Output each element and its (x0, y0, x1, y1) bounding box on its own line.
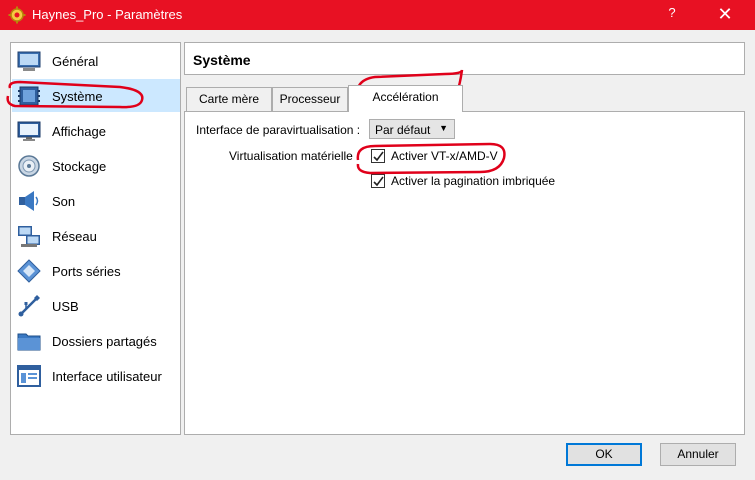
usb-icon (18, 295, 40, 317)
sidebar-item-label: Ports séries (52, 264, 121, 279)
paravirt-select[interactable]: Par défaut ▼ (369, 119, 455, 139)
sidebar-item-serial-ports[interactable]: Ports séries (12, 254, 180, 287)
shared-folders-icon (17, 333, 41, 351)
system-icon (18, 86, 40, 106)
network-icon (18, 226, 40, 247)
sidebar-item-label: USB (52, 299, 79, 314)
sidebar-item-label: Interface utilisateur (52, 369, 162, 384)
display-icon (17, 121, 41, 141)
sound-icon (19, 191, 39, 211)
acceleration-panel: Interface de paravirtualisation : Par dé… (184, 111, 745, 435)
sidebar-item-system[interactable]: Système (12, 79, 180, 112)
checkmark-icon (373, 176, 384, 187)
checkmark-icon (373, 151, 384, 162)
sidebar-item-display[interactable]: Affichage (12, 114, 180, 147)
sidebar-item-label: Système (52, 89, 103, 104)
nested-paging-checkbox[interactable] (371, 174, 385, 188)
user-interface-icon (17, 365, 41, 387)
storage-icon (18, 155, 40, 177)
sidebar-item-label: Général (52, 54, 99, 69)
help-button[interactable]: ? (660, 5, 684, 25)
sidebar-item-general[interactable]: Général (12, 44, 180, 77)
window-title: Haynes_Pro - Paramètres (32, 7, 183, 22)
close-button[interactable]: ✕ (708, 3, 742, 27)
sidebar-item-label: Dossiers partagés (52, 334, 157, 349)
sidebar-item-label: Son (52, 194, 76, 209)
page-title: Système (193, 52, 251, 68)
ok-button[interactable]: OK (566, 443, 642, 466)
paravirt-label: Interface de paravirtualisation : (196, 123, 361, 137)
sidebar-item-user-interface[interactable]: Interface utilisateur (12, 359, 180, 392)
cancel-button[interactable]: Annuler (660, 443, 736, 466)
sidebar-item-label: Stockage (52, 159, 107, 174)
serial-ports-icon (17, 259, 41, 283)
settings-content: Système Carte mère Processeur Accélérati… (184, 42, 745, 435)
tab-motherboard[interactable]: Carte mère (186, 87, 272, 111)
vtx-checkbox[interactable] (371, 149, 385, 163)
title-bar: Haynes_Pro - Paramètres ? ✕ (0, 0, 755, 30)
tab-acceleration[interactable]: Accélération (348, 85, 463, 112)
page-header: Système (184, 42, 745, 75)
sidebar-item-shared-folders[interactable]: Dossiers partagés (12, 324, 180, 357)
chevron-down-icon: ▼ (439, 123, 448, 133)
general-icon (17, 51, 41, 71)
sidebar-item-sound[interactable]: Son (12, 184, 180, 217)
hwvirt-label: Virtualisation matérielle : (229, 149, 360, 163)
sidebar-item-network[interactable]: Réseau (12, 219, 180, 252)
vtx-label[interactable]: Activer VT-x/AMD-V (391, 149, 498, 163)
sidebar-item-storage[interactable]: Stockage (12, 149, 180, 182)
tab-processor[interactable]: Processeur (272, 87, 348, 111)
sidebar-item-label: Réseau (52, 229, 97, 244)
sidebar-item-usb[interactable]: USB (12, 289, 180, 322)
paravirt-value: Par défaut (375, 123, 431, 137)
settings-sidebar: Général Système Affichage Stockage Son R… (10, 42, 181, 435)
sidebar-item-label: Affichage (52, 124, 106, 139)
gear-icon (8, 6, 26, 24)
nested-paging-label[interactable]: Activer la pagination imbriquée (391, 174, 555, 188)
